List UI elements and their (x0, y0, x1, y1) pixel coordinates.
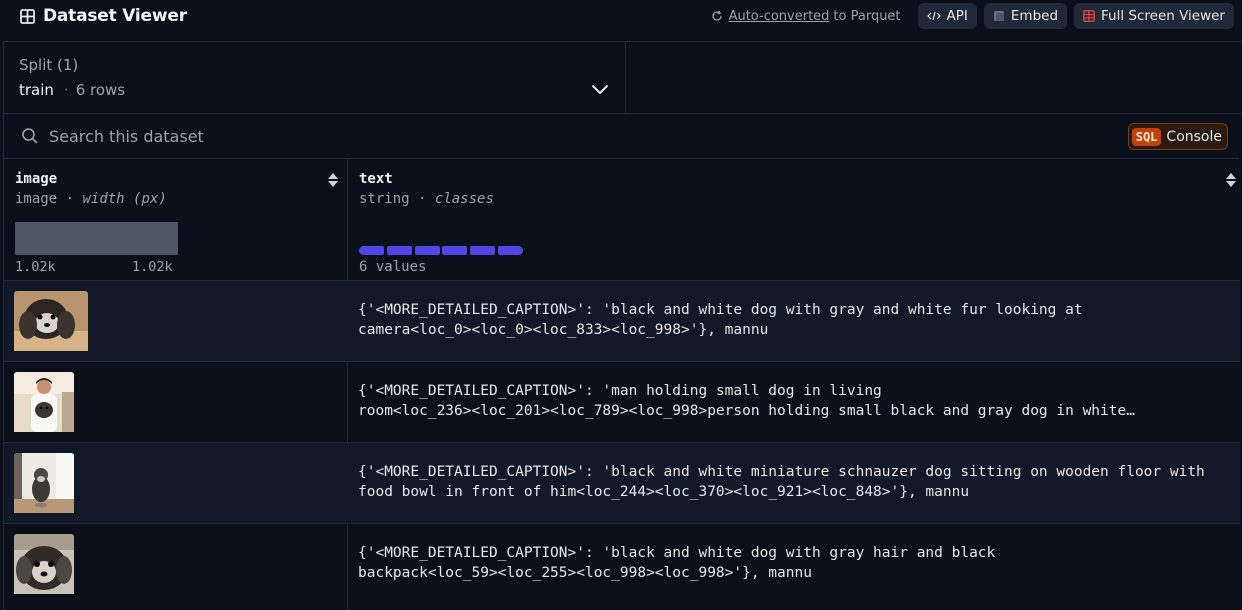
embed-icon (993, 10, 1005, 22)
page-title: Dataset Viewer (43, 6, 187, 26)
split-panel: Split (1) train · 6 rows (3, 41, 1242, 113)
dog-closeup-photo-thumbnail[interactable] (14, 534, 74, 598)
column-name: text (359, 171, 393, 187)
sql-console-label: Console (1166, 128, 1222, 145)
chevron-down-icon[interactable] (590, 82, 610, 96)
search-input[interactable] (49, 124, 549, 148)
column-header-image: image image · width (px) 1.02k 1.02k (4, 159, 347, 280)
dataset-viewer-header: Dataset Viewer Auto-converted to Parquet… (0, 0, 1242, 34)
class-bar-segment[interactable] (497, 246, 523, 255)
table-row[interactable]: {'<MORE_DETAILED_CAPTION>': 'man holding… (4, 361, 1240, 442)
class-count-label: 6 values (359, 259, 427, 275)
column-name: image (15, 171, 58, 187)
class-bar-segment[interactable] (470, 246, 496, 255)
split-label: Split (1) (19, 56, 79, 74)
code-icon (926, 10, 941, 22)
column-type-sep: · (418, 191, 427, 207)
histogram-min-label: 1.02k (15, 259, 56, 275)
dog-photo-thumbnail[interactable] (14, 291, 88, 355)
column-type-name: string (359, 191, 410, 207)
embed-label: Embed (1010, 8, 1059, 24)
full-screen-viewer-button[interactable]: Full Screen Viewer (1074, 3, 1234, 29)
table-row[interactable]: {'<MORE_DETAILED_CAPTION>': 'black and w… (4, 442, 1240, 523)
sql-badge: SQL (1131, 127, 1162, 146)
text-line: food bowl in front of him<loc_244><loc_3… (358, 484, 970, 500)
text-line: {'<MORE_DETAILED_CAPTION>': 'black and w… (358, 302, 1083, 318)
parquet-status: Auto-converted to Parquet (711, 9, 901, 24)
text-line: camera<loc_0><loc_0><loc_833><loc_998>'}… (358, 322, 769, 338)
parquet-suffix: to Parquet (833, 8, 901, 24)
column-type-name: image (15, 191, 58, 207)
text-line: backpack<loc_59><loc_255><loc_998><loc_9… (358, 565, 812, 581)
sort-icon[interactable] (1225, 171, 1237, 189)
text-cell[interactable]: {'<MORE_DETAILED_CAPTION>': 'black and w… (358, 300, 1234, 340)
histogram-max-label: 1.02k (132, 259, 173, 275)
class-distribution-bars (359, 246, 523, 255)
refresh-icon (711, 10, 722, 21)
text-line: {'<MORE_DETAILED_CAPTION>': 'man holding… (358, 383, 882, 399)
auto-converted-link[interactable]: Auto-converted (729, 9, 830, 24)
class-bar-segment[interactable] (442, 246, 468, 255)
schnauzer-photo-thumbnail[interactable] (14, 453, 74, 517)
table-row[interactable]: {'<MORE_DETAILED_CAPTION>': 'black and w… (4, 280, 1240, 361)
column-type: image · width (px) (15, 191, 167, 207)
text-cell[interactable]: {'<MORE_DETAILED_CAPTION>': 'man holding… (358, 381, 1234, 421)
sql-console-button[interactable]: SQL Console (1127, 123, 1228, 150)
title-wrap: Dataset Viewer (20, 6, 187, 26)
grid-icon (1083, 10, 1095, 22)
api-label: API (946, 8, 968, 24)
dataset-table: image image · width (px) 1.02k 1.02k tex… (3, 158, 1240, 610)
split-dot: · (63, 81, 69, 99)
class-bar-segment[interactable] (359, 246, 384, 255)
embed-button[interactable]: Embed (983, 3, 1068, 29)
column-stat-name: classes (434, 191, 494, 207)
split-row-count: 6 rows (75, 81, 126, 99)
class-bar-segment[interactable] (386, 246, 412, 255)
column-header-text: text string · classes 6 values (348, 159, 1240, 280)
text-cell[interactable]: {'<MORE_DETAILED_CAPTION>': 'black and w… (358, 462, 1234, 502)
column-type-sep: · (65, 191, 75, 207)
text-cell[interactable]: {'<MORE_DETAILED_CAPTION>': 'black and w… (358, 543, 1234, 583)
column-type: string · classes (359, 191, 494, 207)
header-actions: Auto-converted to Parquet API Embed Full… (711, 3, 1234, 29)
text-line: room<loc_236><loc_201><loc_789><loc_998>… (358, 403, 1135, 419)
text-line: {'<MORE_DETAILED_CAPTION>': 'black and w… (358, 464, 1205, 480)
api-button[interactable]: API (917, 3, 977, 29)
width-histogram-bar[interactable] (15, 222, 178, 255)
split-value: train · 6 rows (19, 81, 125, 99)
full-screen-viewer-label: Full Screen Viewer (1101, 8, 1225, 24)
column-stat-name: width (px) (82, 191, 167, 207)
split-name: train (19, 81, 54, 99)
search-icon (22, 128, 38, 144)
class-bar-segment[interactable] (414, 246, 440, 255)
table-icon (20, 8, 35, 24)
search-bar: SQL Console (3, 113, 1242, 158)
table-row[interactable]: {'<MORE_DETAILED_CAPTION>': 'black and w… (4, 523, 1240, 604)
man-with-dog-photo-thumbnail[interactable] (14, 372, 74, 436)
text-line: {'<MORE_DETAILED_CAPTION>': 'black and w… (358, 545, 996, 561)
split-selector[interactable]: Split (1) train · 6 rows (4, 42, 626, 113)
sort-icon[interactable] (327, 171, 339, 189)
